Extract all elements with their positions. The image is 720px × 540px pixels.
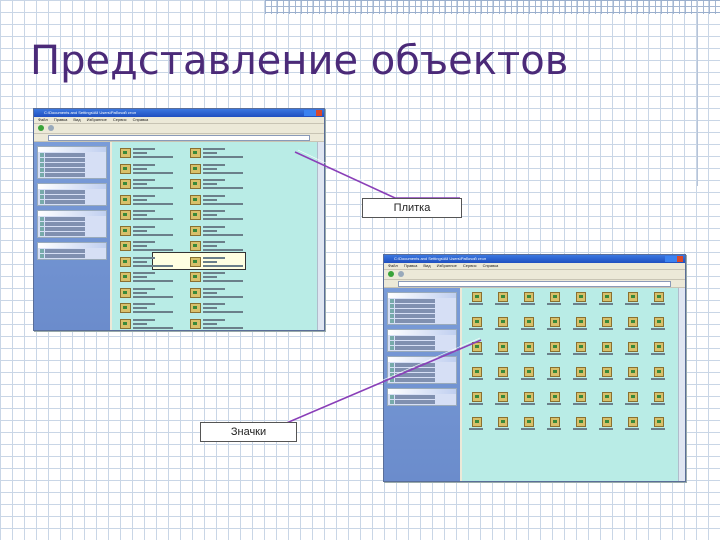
callout-tiles: Плитка: [362, 198, 462, 218]
tiles-callout-line: [294, 151, 460, 199]
callout-lines: [269, 149, 482, 431]
tiles-callout-line-inner: [297, 149, 397, 197]
icons-callout-line-inner: [271, 337, 481, 429]
callout-icons: Значки: [200, 422, 297, 442]
icons-callout-line: [269, 339, 482, 431]
